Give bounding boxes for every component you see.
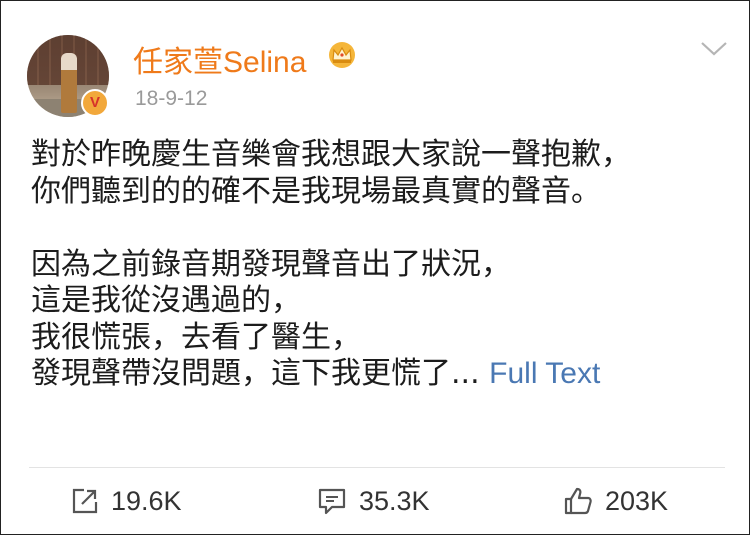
like-count: 203K	[605, 485, 669, 516]
chevron-down-icon[interactable]	[699, 39, 729, 59]
comment-button[interactable]: 35.3K	[317, 483, 430, 519]
like-button[interactable]: 203K	[563, 483, 668, 519]
divider	[29, 467, 725, 468]
body-line-last: 發現聲帶沒問題，這下我更慌了... Full Text	[31, 356, 731, 393]
share-button[interactable]: 19.6K	[71, 483, 182, 519]
post-body: 對於昨晚慶生音樂會我想跟大家說一聲抱歉， 你們聽到的的確不是我現場最真實的聲音。…	[31, 137, 731, 393]
comment-count: 35.3K	[359, 485, 430, 516]
share-icon	[72, 488, 98, 514]
comment-icon	[318, 488, 346, 515]
verified-badge-label: V	[89, 94, 100, 111]
like-icon	[564, 487, 592, 515]
verified-badge-icon: V	[81, 89, 109, 117]
body-line-text: 發現聲帶沒問題，這下我更慌了...	[31, 356, 480, 391]
share-count: 19.6K	[111, 485, 182, 516]
body-line: 我很慌張，去看了醫生，	[31, 319, 361, 355]
weibo-post-card: V 任家萱Selina 18-9-12 對於昨晚慶生音樂會我想跟大家說一聲抱歉，…	[0, 0, 750, 535]
full-text-link[interactable]: Full Text	[489, 357, 600, 390]
post-date: 18-9-12	[135, 87, 208, 110]
body-line: 這是我從沒遇過的，	[31, 283, 301, 318]
username[interactable]: 任家萱Selina	[133, 37, 306, 81]
body-line: 對於昨晚慶生音樂會我想跟大家說一聲抱歉，	[31, 137, 631, 172]
body-line: 你們聽到的的確不是我現場最真實的聲音。	[31, 173, 601, 209]
avatar-figure	[61, 53, 77, 113]
body-line: 因為之前錄音期發現聲音出了狀況，	[31, 246, 511, 282]
crown-icon	[329, 42, 355, 68]
